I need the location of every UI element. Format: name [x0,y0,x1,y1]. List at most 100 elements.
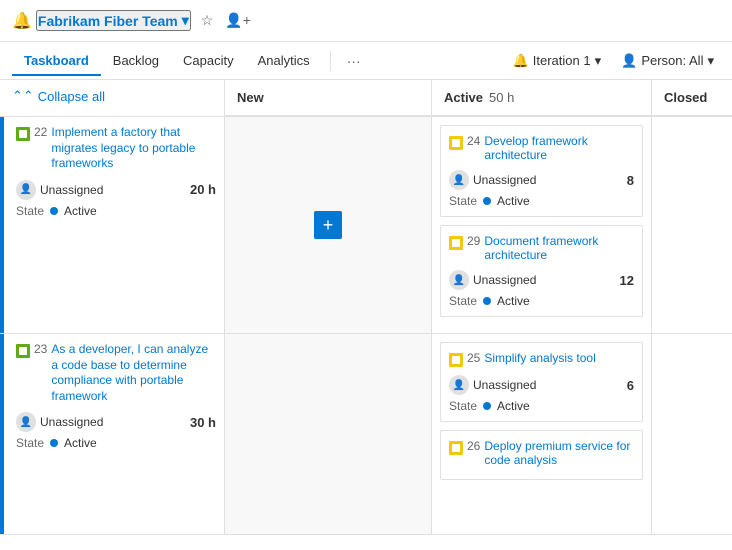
board: ⌃⌃ Collapse all New Active 50 h Closed [0,80,732,535]
card-29-state: State Active [449,294,634,308]
card-29-assignee: 👤 Unassigned [449,270,536,290]
pbi-state-label-1: State [16,204,44,218]
nav-separator [330,51,331,71]
pbi-assignee-label-2: Unassigned [40,415,103,429]
card-24-assignee: 👤 Unassigned [449,170,536,190]
person-label: Person: All [641,53,703,68]
row-2-new [225,334,432,534]
task-icon-29 [449,236,463,250]
nav-more-button[interactable]: ··· [339,49,369,73]
card-29-meta: 👤 Unassigned 12 [449,270,634,290]
card-24-state-value: Active [497,194,530,208]
card-29-state-dot [483,297,491,305]
card-29-hours: 12 [620,273,634,288]
add-card-button-1[interactable]: + [314,211,342,239]
card-29-id: 29 [467,234,480,248]
collapse-icon: ⌃⌃ [12,88,34,104]
card-25-assignee: 👤 Unassigned [449,375,536,395]
col-header-new: New [225,80,432,116]
pbi-meta-1: 👤 Unassigned 20 h [16,180,216,200]
pbi-meta-2: 👤 Unassigned 30 h [16,412,216,432]
pbi-title-2: As a developer, I can analyze a code bas… [51,342,216,404]
col-new-label: New [237,90,264,105]
row-2-active: 25 Simplify analysis tool 👤 Unassigned 6… [432,334,652,534]
top-bar: 🔔 Fabrikam Fiber Team ▾ ☆ 👤+ [0,0,732,42]
pbi-state-label-2: State [16,436,44,450]
card-29-title: Document framework architecture [484,234,634,262]
pbi-avatar-2: 👤 [16,412,36,432]
card-25-title: Simplify analysis tool [484,351,595,365]
card-26-id: 26 [467,439,480,453]
card-25-state-label: State [449,399,477,413]
iteration-icon: 🔔 [513,53,529,69]
pbi-assignee-2: 👤 Unassigned [16,412,103,432]
row-indicator-2 [0,334,4,534]
pbi-state-dot-2 [50,439,58,447]
card-24-state: State Active [449,194,634,208]
card-26-title: Deploy premium service for code analysis [484,439,634,467]
card-24-assignee-label: Unassigned [473,173,536,187]
row-group-2: 23 As a developer, I can analyze a code … [0,334,732,535]
tab-capacity[interactable]: Capacity [171,45,246,76]
card-25-assignee-label: Unassigned [473,378,536,392]
pbi-assignee-1: 👤 Unassigned [16,180,103,200]
tab-taskboard[interactable]: Taskboard [12,45,101,76]
pbi-story-icon-2 [16,344,30,358]
card-29-avatar: 👤 [449,270,469,290]
col-header-active: Active 50 h [432,80,652,116]
left-spacer: ⌃⌃ Collapse all [0,80,225,116]
pbi-hours-2: 30 h [190,415,216,430]
row-1-active: 24 Develop framework architecture 👤 Unas… [432,117,652,333]
add-member-icon[interactable]: 👤+ [223,10,253,31]
task-icon-25 [449,353,463,367]
person-filter-button[interactable]: 👤 Person: All ▾ [615,49,720,73]
team-icon: 🔔 [12,11,32,31]
card-25-avatar: 👤 [449,375,469,395]
team-name-button[interactable]: Fabrikam Fiber Team ▾ [36,10,191,31]
card-29-assignee-label: Unassigned [473,273,536,287]
pbi-card-2[interactable]: 23 As a developer, I can analyze a code … [0,334,225,534]
pbi-story-icon-1 [16,127,30,141]
card-24-state-dot [483,197,491,205]
person-chevron-icon: ▾ [707,53,714,69]
card-24-state-label: State [449,194,477,208]
team-chevron-icon: ▾ [182,12,189,29]
pbi-state-value-2: Active [64,436,97,450]
col-closed-label: Closed [664,90,707,105]
card-24-meta: 👤 Unassigned 8 [449,170,634,190]
nav-right: 🔔 Iteration 1 ▾ 👤 Person: All ▾ [507,49,720,73]
col-active-label: Active [444,90,483,105]
pbi-title-row-2: 23 As a developer, I can analyze a code … [16,342,216,404]
task-icon-24 [449,136,463,150]
card-24-title-row: 24 Develop framework architecture [449,134,634,162]
task-card-24[interactable]: 24 Develop framework architecture 👤 Unas… [440,125,643,217]
row-2-closed [652,334,732,534]
pbi-card-1[interactable]: 22 Implement a factory that migrates leg… [0,117,225,333]
column-headers: ⌃⌃ Collapse all New Active 50 h Closed [0,80,732,117]
pbi-id-1: 22 [34,125,47,139]
card-25-state-dot [483,402,491,410]
task-icon-26 [449,441,463,455]
tab-analytics[interactable]: Analytics [246,45,322,76]
top-bar-icons: ☆ 👤+ [199,10,253,31]
card-29-state-label: State [449,294,477,308]
card-24-hours: 8 [627,173,634,188]
col-active-hours: 50 h [489,90,514,105]
person-icon: 👤 [621,53,637,69]
favorite-icon[interactable]: ☆ [199,10,216,31]
pbi-avatar-1: 👤 [16,180,36,200]
iteration-chevron-icon: ▾ [595,53,602,69]
pbi-state-value-1: Active [64,204,97,218]
pbi-title-1: Implement a factory that migrates legacy… [51,125,216,172]
tab-backlog[interactable]: Backlog [101,45,171,76]
card-25-hours: 6 [627,378,634,393]
task-card-26[interactable]: 26 Deploy premium service for code analy… [440,430,643,480]
iteration-button[interactable]: 🔔 Iteration 1 ▾ [507,49,608,73]
iteration-label: Iteration 1 [533,53,591,68]
card-25-title-row: 25 Simplify analysis tool [449,351,634,367]
task-card-25[interactable]: 25 Simplify analysis tool 👤 Unassigned 6… [440,342,643,422]
collapse-all-button[interactable]: ⌃⌃ Collapse all [12,88,105,104]
col-header-closed: Closed [652,80,732,116]
task-card-29[interactable]: 29 Document framework architecture 👤 Una… [440,225,643,317]
row-1-closed [652,117,732,333]
